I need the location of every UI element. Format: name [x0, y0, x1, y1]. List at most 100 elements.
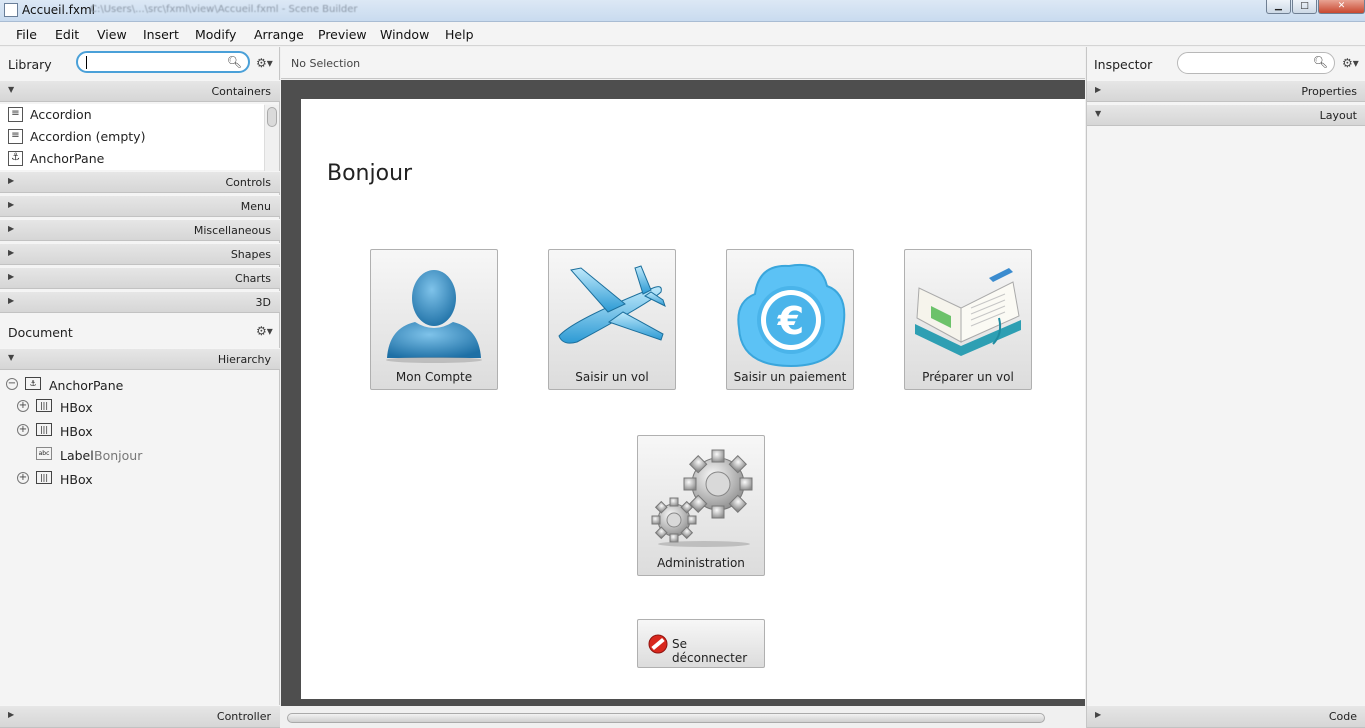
menu-view[interactable]: View: [97, 27, 127, 42]
se-deconnecter-button[interactable]: Se déconnecter: [637, 619, 765, 668]
library-item-anchorpane[interactable]: ⚓ AnchorPane: [0, 148, 264, 170]
collapse-arrow-icon: ▼: [8, 353, 15, 362]
accordion-icon: ≡: [8, 129, 23, 144]
tree-label: HBox: [60, 424, 93, 439]
tree-row-anchorpane[interactable]: − ⚓ AnchorPane: [0, 374, 280, 396]
section-layout[interactable]: ▼ Layout: [1087, 104, 1365, 126]
logout-label: Se déconnecter: [672, 637, 748, 665]
expand-arrow-icon: ▶: [1095, 710, 1102, 719]
tree-label: AnchorPane: [49, 378, 124, 393]
library-item-label: Accordion: [30, 107, 92, 122]
close-button[interactable]: ✕: [1318, 0, 1365, 14]
menu-insert[interactable]: Insert: [143, 27, 179, 42]
library-item-label: Accordion (empty): [30, 129, 146, 144]
title-bar: Accueil.fxml C:\Users\...\src\fxml\view\…: [0, 0, 1365, 22]
minimize-button[interactable]: ▁: [1266, 0, 1291, 14]
section-code[interactable]: ▶ Code: [1087, 705, 1365, 728]
canvas-area: Bonjour Mon Compte Saisir un vol € Saisi…: [281, 80, 1085, 706]
tile-label: Saisir un paiement: [733, 370, 847, 384]
saisir-un-vol-button[interactable]: Saisir un vol: [548, 249, 676, 390]
document-settings-gear-icon[interactable]: ⚙▾: [256, 324, 273, 338]
menu-modify[interactable]: Modify: [195, 27, 236, 42]
selection-label: No Selection: [291, 57, 361, 70]
menu-file[interactable]: File: [16, 27, 37, 42]
scrollbar-thumb[interactable]: [267, 107, 277, 127]
menu-help[interactable]: Help: [445, 27, 474, 42]
section-3d[interactable]: ▶ 3D: [0, 291, 280, 313]
tree-row-label[interactable]: abc Label Bonjour: [0, 444, 280, 466]
library-settings-gear-icon[interactable]: ⚙▾: [256, 56, 273, 70]
administration-button[interactable]: Administration: [637, 435, 765, 576]
svg-text:€: €: [777, 299, 804, 343]
gears-icon: [651, 449, 753, 547]
tree-row-hbox-1[interactable]: + ||| HBox: [0, 396, 280, 418]
hbox-icon: |||: [36, 423, 52, 436]
horizontal-scrollbar[interactable]: [287, 713, 1045, 723]
section-label: Charts: [235, 272, 271, 285]
section-label: Menu: [240, 200, 271, 213]
inspector-search-input[interactable]: 🔍︎: [1177, 52, 1335, 74]
tree-row-hbox-2[interactable]: + ||| HBox: [0, 420, 280, 442]
heading-bonjour[interactable]: Bonjour: [327, 161, 412, 186]
layout-content: [1087, 127, 1365, 705]
tree-row-hbox-3[interactable]: + ||| HBox: [0, 468, 280, 490]
section-charts[interactable]: ▶ Charts: [0, 267, 280, 289]
section-controller[interactable]: ▶ Controller: [0, 705, 280, 728]
expand-arrow-icon: ▶: [8, 224, 15, 233]
library-item-accordion-empty[interactable]: ≡ Accordion (empty): [0, 126, 264, 148]
expand-arrow-icon: ▶: [8, 176, 15, 185]
maximize-button[interactable]: □: [1292, 0, 1317, 14]
section-label: Miscellaneous: [193, 224, 271, 237]
tile-label: Administration: [657, 556, 745, 570]
menu-arrange[interactable]: Arrange: [254, 27, 304, 42]
section-label: Controller: [216, 710, 271, 723]
expand-icon[interactable]: +: [17, 472, 29, 484]
left-panel: Library 🔍︎ ⚙▾ ▼ Containers ≡ Accordion ≡…: [0, 47, 280, 728]
hbox-icon: |||: [36, 399, 52, 412]
collapse-arrow-icon: ▼: [8, 85, 15, 94]
library-title: Library: [8, 57, 52, 72]
expand-arrow-icon: ▶: [8, 272, 15, 281]
selection-bar: No Selection: [281, 47, 1085, 79]
menu-bar: File Edit View Insert Modify Arrange Pre…: [0, 22, 1365, 46]
expand-arrow-icon: ▶: [1095, 85, 1102, 94]
tree-label: HBox: [60, 400, 93, 415]
section-miscellaneous[interactable]: ▶ Miscellaneous: [0, 219, 280, 241]
saisir-un-paiement-button[interactable]: € Saisir un paiement: [726, 249, 854, 390]
preparer-un-vol-button[interactable]: Préparer un vol: [904, 249, 1032, 390]
inspector-title: Inspector: [1094, 57, 1153, 72]
menu-edit[interactable]: Edit: [55, 27, 79, 42]
section-shapes[interactable]: ▶ Shapes: [0, 243, 280, 265]
mon-compte-button[interactable]: Mon Compte: [370, 249, 498, 390]
library-search-input[interactable]: 🔍︎: [76, 51, 250, 73]
library-item-accordion[interactable]: ≡ Accordion: [0, 104, 264, 126]
menu-window[interactable]: Window: [380, 27, 429, 42]
inspector-settings-gear-icon[interactable]: ⚙▾: [1342, 56, 1359, 70]
window-subtitle: C:\Users\...\src\fxml\view\Accueil.fxml …: [90, 4, 358, 15]
label-icon: abc: [36, 447, 52, 460]
tile-label: Mon Compte: [395, 370, 473, 384]
section-label: Layout: [1319, 109, 1357, 122]
expand-icon[interactable]: +: [17, 424, 29, 436]
section-menu[interactable]: ▶ Menu: [0, 195, 280, 217]
expand-icon[interactable]: +: [17, 400, 29, 412]
section-properties[interactable]: ▶ Properties: [1087, 80, 1365, 102]
tree-label: HBox: [60, 472, 93, 487]
anchor-icon: ⚓: [8, 151, 23, 166]
euro-cloud-icon: €: [737, 264, 846, 368]
section-label: Hierarchy: [217, 353, 271, 366]
section-controls[interactable]: ▶ Controls: [0, 171, 280, 193]
app-icon: [4, 3, 18, 17]
section-containers[interactable]: ▼ Containers: [0, 80, 280, 102]
menu-preview[interactable]: Preview: [318, 27, 367, 42]
library-item-label: AnchorPane: [30, 151, 105, 166]
library-scrollbar[interactable]: [264, 105, 279, 171]
design-canvas[interactable]: Bonjour Mon Compte Saisir un vol € Saisi…: [301, 99, 1085, 699]
collapse-icon[interactable]: −: [6, 378, 18, 390]
section-hierarchy[interactable]: ▼ Hierarchy: [0, 348, 280, 370]
expand-arrow-icon: ▶: [8, 296, 15, 305]
tree-label: Label: [60, 448, 94, 463]
canvas-footer: [281, 706, 1085, 728]
stop-icon: [648, 634, 668, 654]
right-panel: Inspector 🔍︎ ⚙▾ ▶ Properties ▼ Layout ▶ …: [1086, 47, 1365, 728]
